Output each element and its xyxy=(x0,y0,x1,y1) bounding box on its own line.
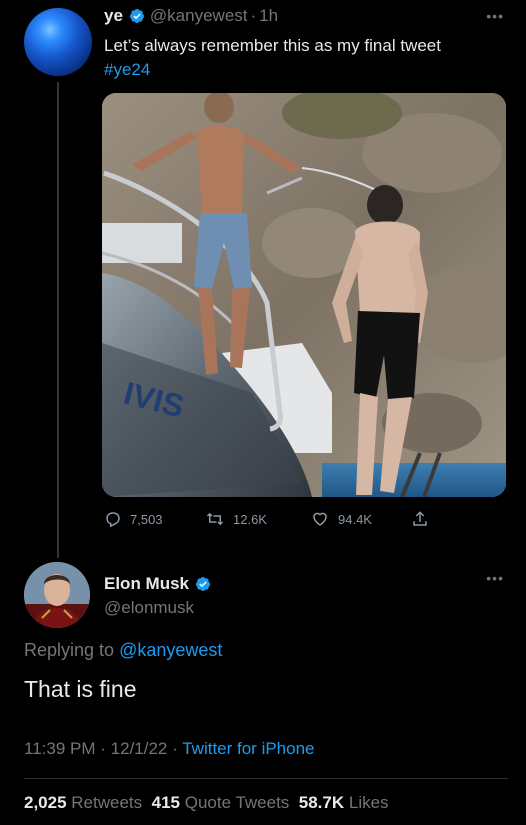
reply-author-handle[interactable]: @elonmusk xyxy=(104,598,194,618)
more-icon[interactable]: ••• xyxy=(486,8,504,24)
like-icon xyxy=(313,512,327,526)
likes-count: 58.7K xyxy=(298,793,345,812)
reply-icon xyxy=(106,512,120,528)
like-action[interactable]: 94.4K xyxy=(310,510,372,528)
like-count: 94.4K xyxy=(338,511,372,527)
tweet-header: ye @kanyewest · 1h xyxy=(104,6,278,26)
replying-to-link[interactable]: @kanyewest xyxy=(119,640,222,660)
replying-prefix: Replying to xyxy=(24,640,115,660)
tweet-text: Let’s always remember this as my final t… xyxy=(104,34,514,82)
meta-dot: · xyxy=(172,739,178,758)
reply-author-name[interactable]: Elon Musk xyxy=(104,574,189,594)
separator-dot: · xyxy=(250,6,257,25)
reply-meta: 11:39 PM · 12/1/22 · Twitter for iPhone xyxy=(24,739,315,759)
quotes-count: 415 xyxy=(151,793,180,812)
engagement-stats: 2,025 Retweets 415 Quote Tweets 58.7K Li… xyxy=(24,793,389,813)
verified-badge-icon xyxy=(129,9,144,23)
retweets-count: 2,025 xyxy=(24,793,67,812)
quotes-label: Quote Tweets xyxy=(184,793,290,812)
tweet-photo[interactable]: IVIS xyxy=(102,93,506,497)
quotes-stat[interactable]: 415 Quote Tweets xyxy=(152,793,290,812)
share-action[interactable] xyxy=(411,510,437,528)
more-icon[interactable]: ••• xyxy=(486,570,504,586)
replying-to: Replying to @kanyewest xyxy=(24,640,222,661)
reply-header: Elon Musk xyxy=(104,574,216,594)
reply-action[interactable]: 7,503 xyxy=(104,510,163,528)
retweet-icon xyxy=(206,512,224,526)
retweets-stat[interactable]: 2,025 Retweets xyxy=(24,793,142,812)
avatar-elonmusk[interactable] xyxy=(24,562,90,628)
reply-count: 7,503 xyxy=(130,511,163,527)
retweets-label: Retweets xyxy=(71,793,143,812)
thread-line xyxy=(57,82,59,558)
avatar-kanyewest[interactable] xyxy=(24,8,92,76)
avatar-illustration xyxy=(24,562,90,628)
verified-badge-icon xyxy=(196,577,211,591)
retweet-action[interactable]: 12.6K xyxy=(205,510,267,528)
reply-date[interactable]: 12/1/22 xyxy=(111,739,168,758)
reply-source[interactable]: Twitter for iPhone xyxy=(182,739,314,758)
share-icon xyxy=(413,511,427,526)
likes-label: Likes xyxy=(348,793,389,812)
author-name[interactable]: ye xyxy=(104,6,123,26)
retweet-count: 12.6K xyxy=(233,511,267,527)
tweet-time[interactable]: 1h xyxy=(259,6,278,26)
divider xyxy=(24,778,508,779)
reply-time[interactable]: 11:39 PM xyxy=(24,739,96,758)
tweet-body: Let’s always remember this as my final t… xyxy=(104,36,441,55)
photo-illustration: IVIS xyxy=(102,93,506,497)
author-handle[interactable]: @kanyewest xyxy=(150,6,248,26)
hashtag-link[interactable]: #ye24 xyxy=(104,58,514,82)
meta-dot: · xyxy=(100,739,106,758)
likes-stat[interactable]: 58.7K Likes xyxy=(299,793,389,812)
reply-text: That is fine xyxy=(24,676,137,702)
